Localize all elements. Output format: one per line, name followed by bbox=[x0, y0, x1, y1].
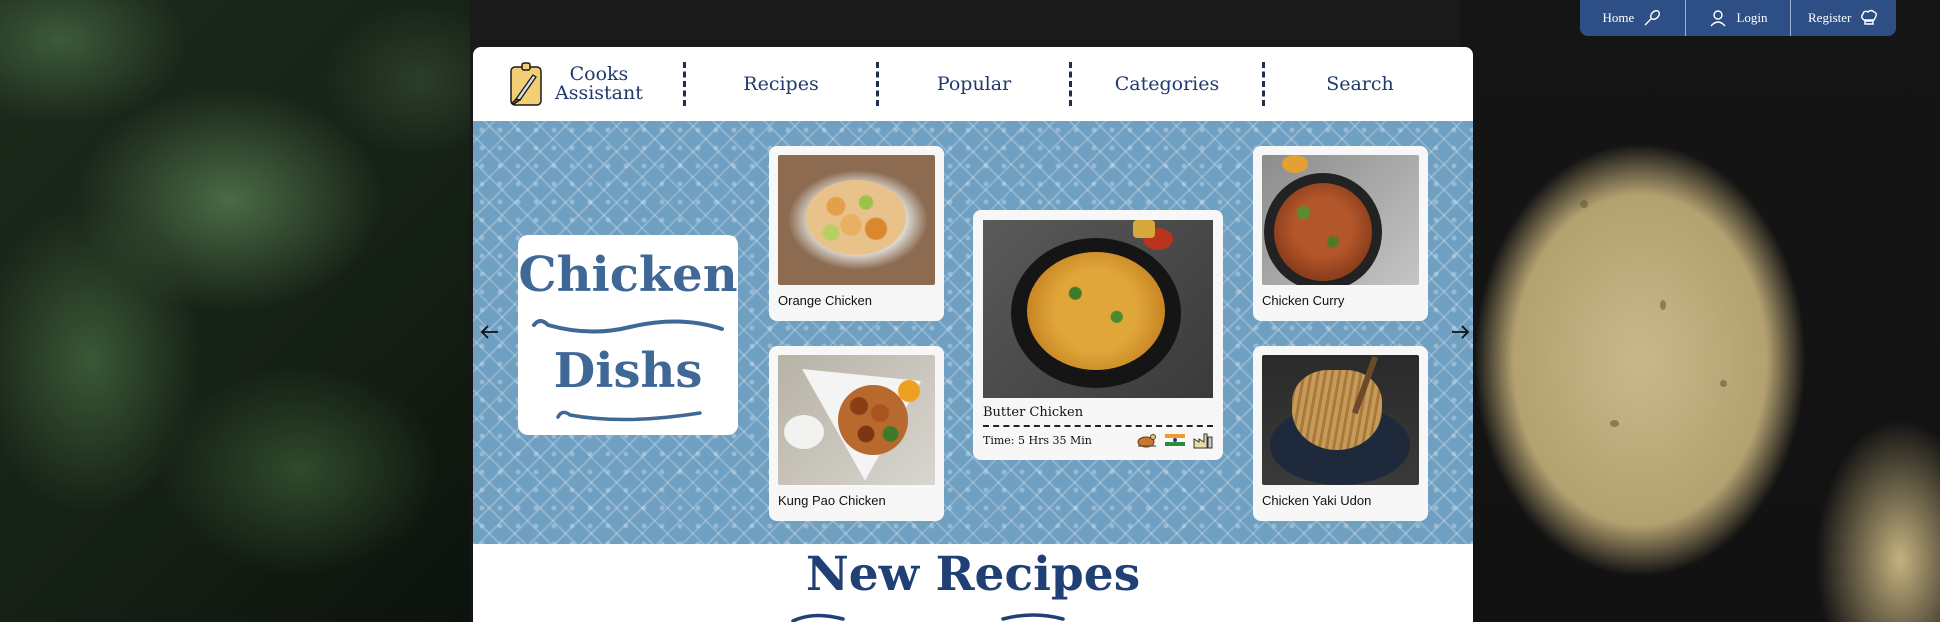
featured-recipe-card[interactable]: Butter Chicken Time: 5 Hrs 35 Min bbox=[973, 210, 1223, 460]
featured-divider bbox=[983, 425, 1213, 427]
main-navbar: Cooks Assistant Recipes Popular Categori… bbox=[473, 47, 1473, 121]
chef-hat-icon bbox=[1861, 9, 1878, 25]
orange-chicken-photo bbox=[778, 155, 935, 285]
user-icon bbox=[1710, 10, 1726, 27]
recipe-card[interactable]: Orange Chicken bbox=[769, 146, 944, 321]
category-title-card: Chicken Dishs bbox=[518, 235, 738, 435]
factory-icon bbox=[1193, 433, 1213, 449]
brand-name-line2: Assistant bbox=[555, 82, 643, 104]
featured-recipe-name: Butter Chicken bbox=[983, 405, 1084, 420]
recipe-card[interactable]: Chicken Curry bbox=[1253, 146, 1428, 321]
home-label: Home bbox=[1602, 10, 1635, 25]
butter-chicken-photo bbox=[983, 220, 1213, 398]
account-bar: Home Login Register bbox=[1580, 0, 1896, 36]
recipe-card-label: Orange Chicken bbox=[778, 293, 872, 308]
potato-spot bbox=[1720, 380, 1727, 387]
heading-swash-ornament bbox=[791, 613, 1065, 622]
background-potato bbox=[1460, 0, 1940, 622]
nav-popular[interactable]: Popular bbox=[879, 73, 1069, 95]
recipe-card-label: Chicken Yaki Udon bbox=[1262, 493, 1372, 508]
login-link[interactable]: Login bbox=[1684, 0, 1791, 36]
main-panel: Cooks Assistant Recipes Popular Categori… bbox=[473, 47, 1473, 622]
carousel-next-button[interactable] bbox=[1449, 321, 1471, 343]
arrow-left-icon bbox=[480, 325, 498, 339]
featured-recipe-tags bbox=[1137, 431, 1213, 449]
register-link[interactable]: Register bbox=[1790, 0, 1896, 36]
carousel-prev-button[interactable] bbox=[479, 321, 501, 343]
nav-search[interactable]: Search bbox=[1265, 73, 1455, 95]
home-link[interactable]: Home bbox=[1580, 0, 1685, 36]
recipe-card[interactable]: Kung Pao Chicken bbox=[769, 346, 944, 521]
potato-spot bbox=[1660, 300, 1666, 310]
brand-name: Cooks Assistant bbox=[555, 65, 643, 103]
background-greens bbox=[0, 0, 480, 622]
swash-ornament bbox=[532, 319, 724, 334]
kung-pao-chicken-photo bbox=[778, 355, 935, 485]
potato-spot bbox=[1580, 200, 1588, 208]
swash-ornament bbox=[556, 410, 702, 422]
arrow-right-icon bbox=[1452, 325, 1470, 339]
chicken-yaki-udon-photo bbox=[1262, 355, 1419, 485]
brand-logo[interactable]: Cooks Assistant bbox=[473, 61, 683, 107]
register-label: Register bbox=[1808, 10, 1852, 25]
whisk-icon bbox=[1644, 9, 1661, 26]
cutting-board-knife-icon bbox=[510, 62, 542, 106]
india-flag-icon bbox=[1165, 433, 1185, 447]
recipe-card-label: Chicken Curry bbox=[1262, 293, 1345, 308]
featured-recipe-time: Time: 5 Hrs 35 Min bbox=[983, 434, 1092, 447]
category-title-line2: Dishs bbox=[553, 343, 703, 399]
featured-carousel: Chicken Dishs Orange Chicken Kung Pao Ch… bbox=[473, 121, 1473, 544]
nav-recipes[interactable]: Recipes bbox=[686, 73, 876, 95]
chicken-curry-photo bbox=[1262, 155, 1419, 285]
category-title-line1: Chicken bbox=[518, 247, 738, 303]
roast-chicken-icon bbox=[1137, 434, 1156, 448]
nav-categories[interactable]: Categories bbox=[1072, 73, 1262, 95]
recipe-card[interactable]: Chicken Yaki Udon bbox=[1253, 346, 1428, 521]
potato-spot bbox=[1610, 420, 1619, 427]
new-recipes-heading: New Recipes bbox=[805, 547, 1141, 602]
login-label: Login bbox=[1736, 10, 1768, 25]
recipe-card-label: Kung Pao Chicken bbox=[778, 493, 886, 508]
